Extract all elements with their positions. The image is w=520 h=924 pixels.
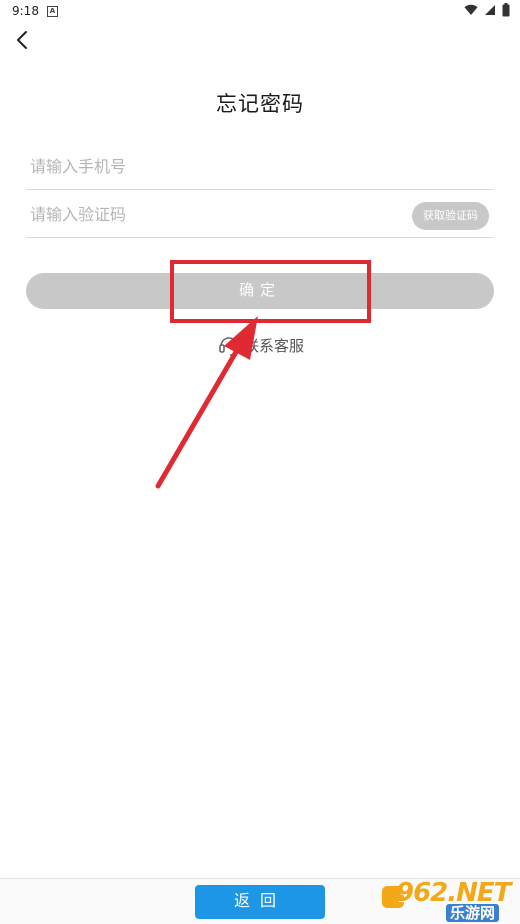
contact-service-link[interactable]: 联系客服 [218, 334, 304, 356]
get-code-button[interactable]: 获取验证码 [412, 202, 489, 230]
status-icons [464, 3, 510, 17]
notification-icon: A [47, 6, 58, 17]
chevron-left-icon [17, 31, 27, 49]
watermark-sitename: 乐游网 [446, 904, 500, 922]
phone-field-row [26, 142, 493, 190]
contact-service-label: 联系客服 [244, 336, 305, 355]
highlight-box [170, 260, 371, 323]
back-button[interactable] [8, 26, 36, 54]
battery-icon [502, 3, 510, 17]
code-field-row: 获取验证码 [26, 190, 493, 238]
return-button[interactable]: 返回 [195, 885, 325, 919]
headset-icon [219, 337, 239, 356]
wifi-icon [464, 4, 478, 16]
signal-icon [485, 5, 495, 15]
status-bar: 9:18 A [0, 0, 520, 24]
watermark-logo: 962.NET 乐游网 [382, 876, 518, 924]
verification-code-input[interactable] [30, 200, 400, 228]
phone-input[interactable] [30, 152, 400, 180]
page-title: 忘记密码 [216, 92, 304, 116]
annotation-arrow [155, 316, 258, 489]
status-time: 9:18 [12, 4, 39, 18]
